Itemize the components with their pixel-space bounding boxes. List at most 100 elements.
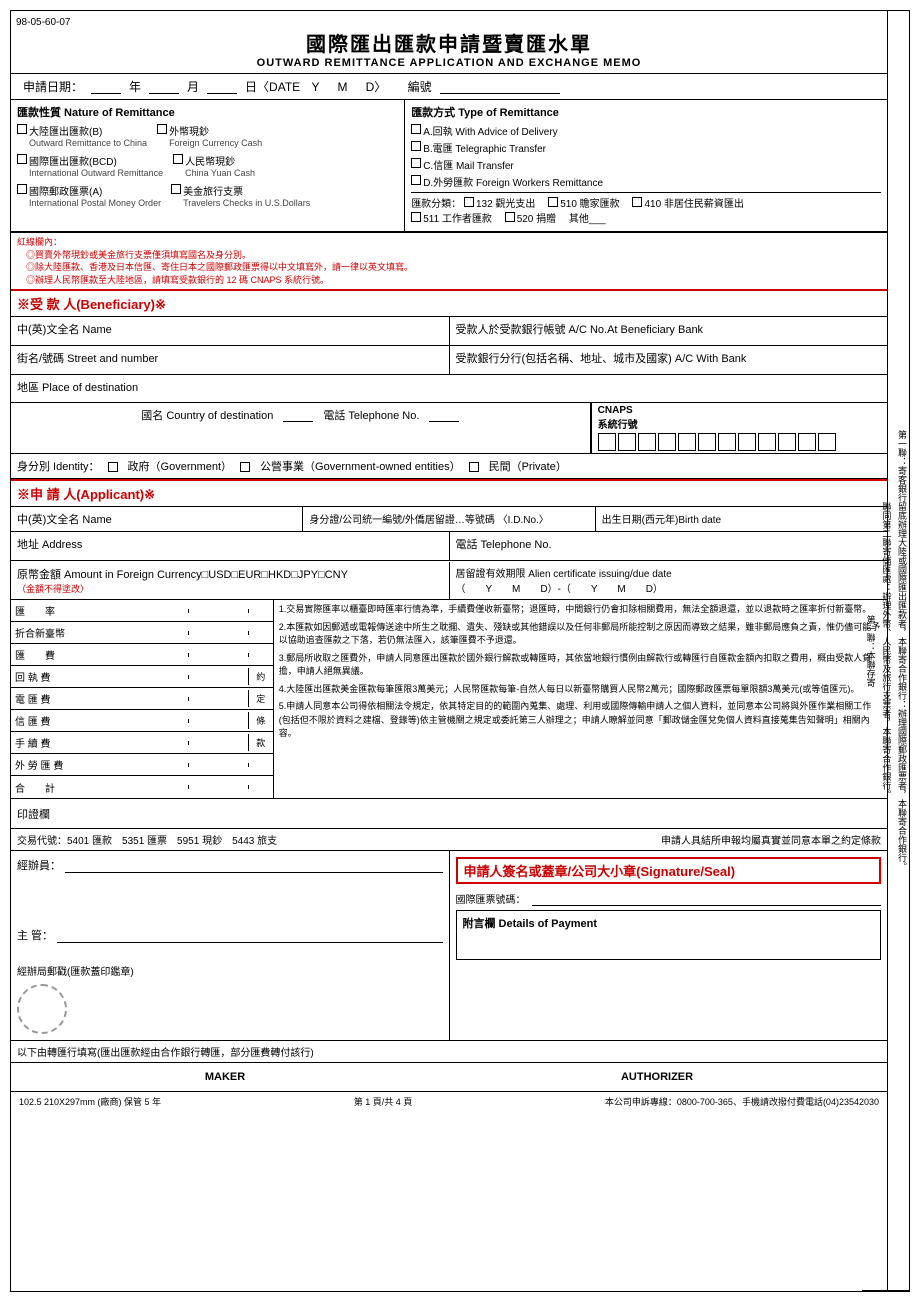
number-label: 編號 [408,78,432,95]
cnaps-box-7[interactable] [718,433,736,451]
checkbox-public[interactable] [240,462,250,472]
cnaps-boxes [598,433,881,451]
checkbox-gov[interactable] [108,462,118,472]
cnaps-box-3[interactable] [638,433,656,451]
app-name-label: 中(英)文全名 Name [17,514,112,526]
country-input[interactable] [283,408,313,422]
amount-field[interactable]: 原幣金額 Amount in Foreign Currency□USD□EUR□… [11,562,450,599]
d-char: D〉 [366,78,387,95]
app-name-field[interactable]: 中(英)文全名 Name [11,507,303,531]
type-item-A[interactable]: A.回執 With Advice of Delivery [411,123,871,138]
manager-input[interactable] [65,857,443,873]
cnaps-box-4[interactable] [658,433,676,451]
checkbox-type-C[interactable] [411,158,421,168]
alien-cert-field[interactable]: 居留證有效期限 Alien certificate issuing/due da… [450,561,888,599]
manager-line: 經辦員： [17,857,443,873]
month-char: 月 [187,78,199,95]
amount-red: （金額不得塗改） [17,584,89,594]
y-char: Y [312,80,320,94]
type-item-B[interactable]: B.電匯 Telegraphic Transfer [411,140,871,155]
cnaps-box-9[interactable] [758,433,776,451]
phone-input[interactable] [429,408,459,422]
checkbox-cash[interactable] [157,124,167,134]
nature-item-B[interactable]: 大陸匯出匯款(B)Outward Remittance to China [17,123,147,149]
checkbox-A[interactable] [17,184,27,194]
agree-text: 申請人具結所申報均屬真實並同意本單之約定條款 [661,832,881,847]
m-char: M [338,80,348,94]
app-id-field[interactable]: 身分證/公司統一編號/外僑居留證…等號碼 〈I.D.No.〉 [303,507,595,531]
day-field[interactable] [207,80,237,94]
cnaps-box-8[interactable] [738,433,756,451]
ben-bank-label: 受款銀行分行(包括名稱、地址、城市及國家) A/C With Bank [456,353,747,365]
nature-item-yuan[interactable]: 人民幣現鈔China Yuan Cash [173,153,255,179]
supervisor-input[interactable] [57,927,442,943]
sig-right-panel: 申請人簽名或蓋章/公司大小章(Signature/Seal) 國際匯票號碼： 附… [450,851,888,1040]
cnaps-label: CNAPS系統行號 [598,405,881,431]
type-item-D[interactable]: D.外勞匯款 Foreign Workers Remittance [411,174,871,189]
notes-section: 1.交易實際匯率以櫃臺即時匯率行情為準，手續費僅收新臺幣；退匯時，中間銀行仍會扣… [274,600,887,798]
invoice-input[interactable] [532,890,882,906]
footer-mid: 第 1 頁/共 4 頁 [354,1095,413,1108]
type-item-C[interactable]: C.信匯 Mail Transfer [411,157,871,172]
stamp-section: 印證欄 [11,799,887,829]
ben-street-label: 街名/號碼 Street and number [17,353,158,365]
stamp-label: 印證欄 [17,806,50,822]
checkbox-type-B[interactable] [411,141,421,151]
checkbox-travelers[interactable] [171,184,181,194]
nature-item-travelers[interactable]: 美金旅行支票Travelers Checks in U.S.Dollars [171,183,310,209]
identity-row: 身分別 Identity： 政府（Government） 公營事業（Govern… [11,454,887,479]
number-field[interactable] [440,80,560,94]
details-title: 附言欄 Details of Payment [463,915,875,931]
nature-item-BCD[interactable]: 國際匯出匯款(BCD)International Outward Remitta… [17,153,163,179]
ben-street-field[interactable]: 街名/號碼 Street and number [11,346,450,374]
fee-row-remit: 匯 費 [11,644,273,666]
details-box: 附言欄 Details of Payment [456,910,882,960]
title-en: OUTWARD REMITTANCE APPLICATION AND EXCHA… [11,57,887,69]
cnaps-box-6[interactable] [698,433,716,451]
fee-row-rate: 匯 率 [11,600,273,622]
checkbox-BCD[interactable] [17,154,27,164]
cnaps-box-5[interactable] [678,433,696,451]
fee-row-ntd: 折合新臺幣 [11,622,273,644]
app-address-field[interactable]: 地址 Address [11,532,450,560]
right-sidebar: 第一聯：寄客銀行留底辦理大陸或國際匯出匯款者，本聯寄合作銀行：辦理國際郵政匯票者… [888,10,910,1292]
ben-place-field[interactable]: 地區 Place of destination [11,375,887,403]
manager-label: 經辦員： [17,857,61,873]
ben-account-field[interactable]: 受款人於受款銀行帳號 A/C No.At Beneficiary Bank [450,317,888,345]
year-field[interactable] [91,80,121,94]
amount-label: 原幣金額 Amount in Foreign Currency□USD□EUR□… [17,569,348,581]
ben-country-label: 國名 Country of destination [141,407,273,423]
app-id-label: 身分證/公司統一編號/外僑居留證…等號碼 〈I.D.No.〉 [309,515,548,526]
checkbox-B[interactable] [17,124,27,134]
ben-phone-label: 電話 Telephone No. [323,407,419,423]
day-char: 日〈DATE [245,78,300,95]
ben-bank-field[interactable]: 受款銀行分行(包括名稱、地址、城市及國家) A/C With Bank [450,346,888,374]
app-phone-field[interactable]: 電話 Telephone No. [450,532,888,560]
month-field[interactable] [149,80,179,94]
subtype-label: 匯款分類： [411,199,461,210]
applicant-header: ※申 請 人(Applicant)※ [11,479,887,507]
cnaps-box-12[interactable] [818,433,836,451]
cnaps-box-11[interactable] [798,433,816,451]
checkbox-type-A[interactable] [411,124,421,134]
post-office-stamp-label: 經辦局郵戳(匯款蓋印鑑章) [17,963,443,978]
alien-date: （ Y M D）-（ Y M D） [456,584,663,595]
app-birth-field[interactable]: 出生日期(西元年)Birth date [596,507,887,531]
supervisor-label: 主 管： [17,927,53,943]
cnaps-box-2[interactable] [618,433,636,451]
checkbox-yuan[interactable] [173,154,183,164]
cnaps-box-10[interactable] [778,433,796,451]
checkbox-type-D[interactable] [411,175,421,185]
stamp-circle [17,984,67,1034]
identity-label: 身分別 Identity： [17,458,100,474]
ben-name-field[interactable]: 中(英)文全名 Name [11,317,450,345]
checkbox-private[interactable] [469,462,479,472]
fee-row-worker: 外 勞 匯 費 [11,754,273,776]
nature-item-cash[interactable]: 外幣現鈔Foreign Currency Cash [157,123,262,149]
app-birth-label: 出生日期(西元年)Birth date [602,515,721,526]
nature-item-A[interactable]: 國際郵政匯票(A)International Postal Money Orde… [17,183,161,209]
transaction-codes: 交易代號：5401 匯款 5351 匯票 5951 現鈔 5443 旅支 [17,832,277,847]
cnaps-box-1[interactable] [598,433,616,451]
sidebar-s1: 第一聯：寄客銀行留底辦理大陸或國際匯出匯款者，本聯寄合作銀行：辦理國際郵政匯票者… [893,11,909,1291]
sidebar-s3: 第一聯：本聯存寄 [862,11,878,1291]
